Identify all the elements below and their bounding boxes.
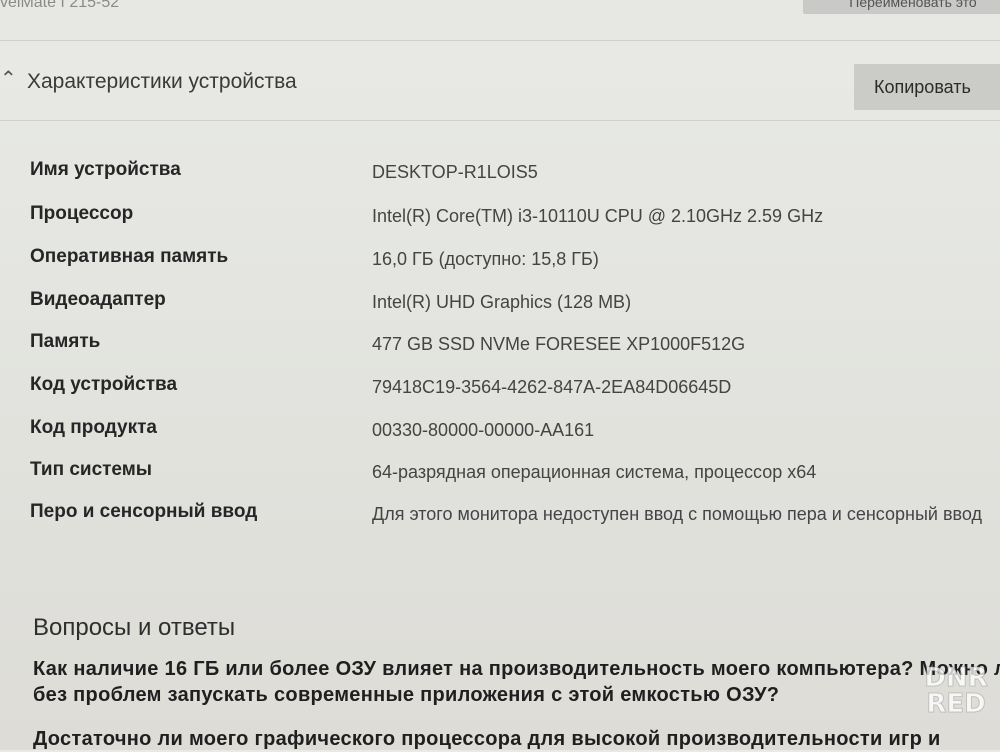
divider (0, 120, 1000, 121)
section-title: Характеристики устройства (27, 70, 297, 93)
rename-pc-button[interactable]: Переименовать это (803, 0, 1000, 14)
spec-label: Оперативная память (30, 246, 229, 267)
spec-label: Процессор (30, 203, 134, 224)
spec-row-processor: Процессор Intel(R) Core(TM) i3-10110U CP… (0, 203, 1000, 243)
spec-row-system-type: Тип системы 64-разрядная операционная си… (0, 459, 1000, 499)
spec-label: Тип системы (30, 459, 153, 480)
spec-value: Для этого монитора недоступен ввод с пом… (372, 504, 982, 524)
top-bar: velMate f 215-52 Переименовать это (0, 0, 1000, 41)
spec-value: DESKTOP-R1LOIS5 (372, 162, 538, 182)
spec-row-product-id: Код продукта 00330-80000-00000-AA161 (0, 417, 1000, 457)
faq-question[interactable]: Достаточно ли моего графического процесс… (33, 726, 1000, 752)
spec-label: Код устройства (30, 374, 178, 395)
spec-value: 79418C19-3564-4262-847A-2EA84D06645D (372, 377, 732, 397)
spec-label: Код продукта (30, 417, 157, 438)
chevron-up-icon[interactable]: ⌃ (0, 66, 17, 91)
spec-row-ram: Оперативная память 16,0 ГБ (доступно: 15… (0, 246, 1000, 286)
spec-row-storage: Память 477 GB SSD NVMe FORESEE XP1000F51… (0, 331, 1000, 371)
spec-value: Intel(R) Core(TM) i3-10110U CPU @ 2.10GH… (372, 206, 824, 226)
spec-label: Видеоадаптер (30, 289, 166, 310)
spec-row-device-name: Имя устройства DESKTOP-R1LOIS5 (0, 159, 1000, 199)
spec-value: 16,0 ГБ (доступно: 15,8 ГБ) (372, 249, 599, 269)
spec-row-video-adapter: Видеоадаптер Intel(R) UHD Graphics (128 … (0, 289, 1000, 329)
spec-label: Перо и сенсорный ввод (30, 501, 258, 522)
spec-value: Intel(R) UHD Graphics (128 MB) (372, 292, 632, 312)
device-model-text: velMate f 215-52 (0, 0, 120, 11)
copy-button[interactable]: Копировать (854, 64, 1000, 110)
spec-label: Память (30, 331, 101, 352)
spec-value: 477 GB SSD NVMe FORESEE XP1000F512G (372, 334, 746, 354)
spec-row-device-id: Код устройства 79418C19-3564-4262-847A-2… (0, 374, 1000, 414)
spec-row-pen-touch: Перо и сенсорный ввод Для этого монитора… (0, 501, 1000, 561)
faq-question[interactable]: Как наличие 16 ГБ или более ОЗУ влияет н… (33, 656, 1000, 708)
spec-label: Имя устройства (30, 159, 181, 180)
spec-value: 00330-80000-00000-AA161 (372, 420, 595, 440)
spec-value: 64-разрядная операционная система, проце… (372, 462, 817, 482)
faq-title: Вопросы и ответы (33, 614, 236, 641)
